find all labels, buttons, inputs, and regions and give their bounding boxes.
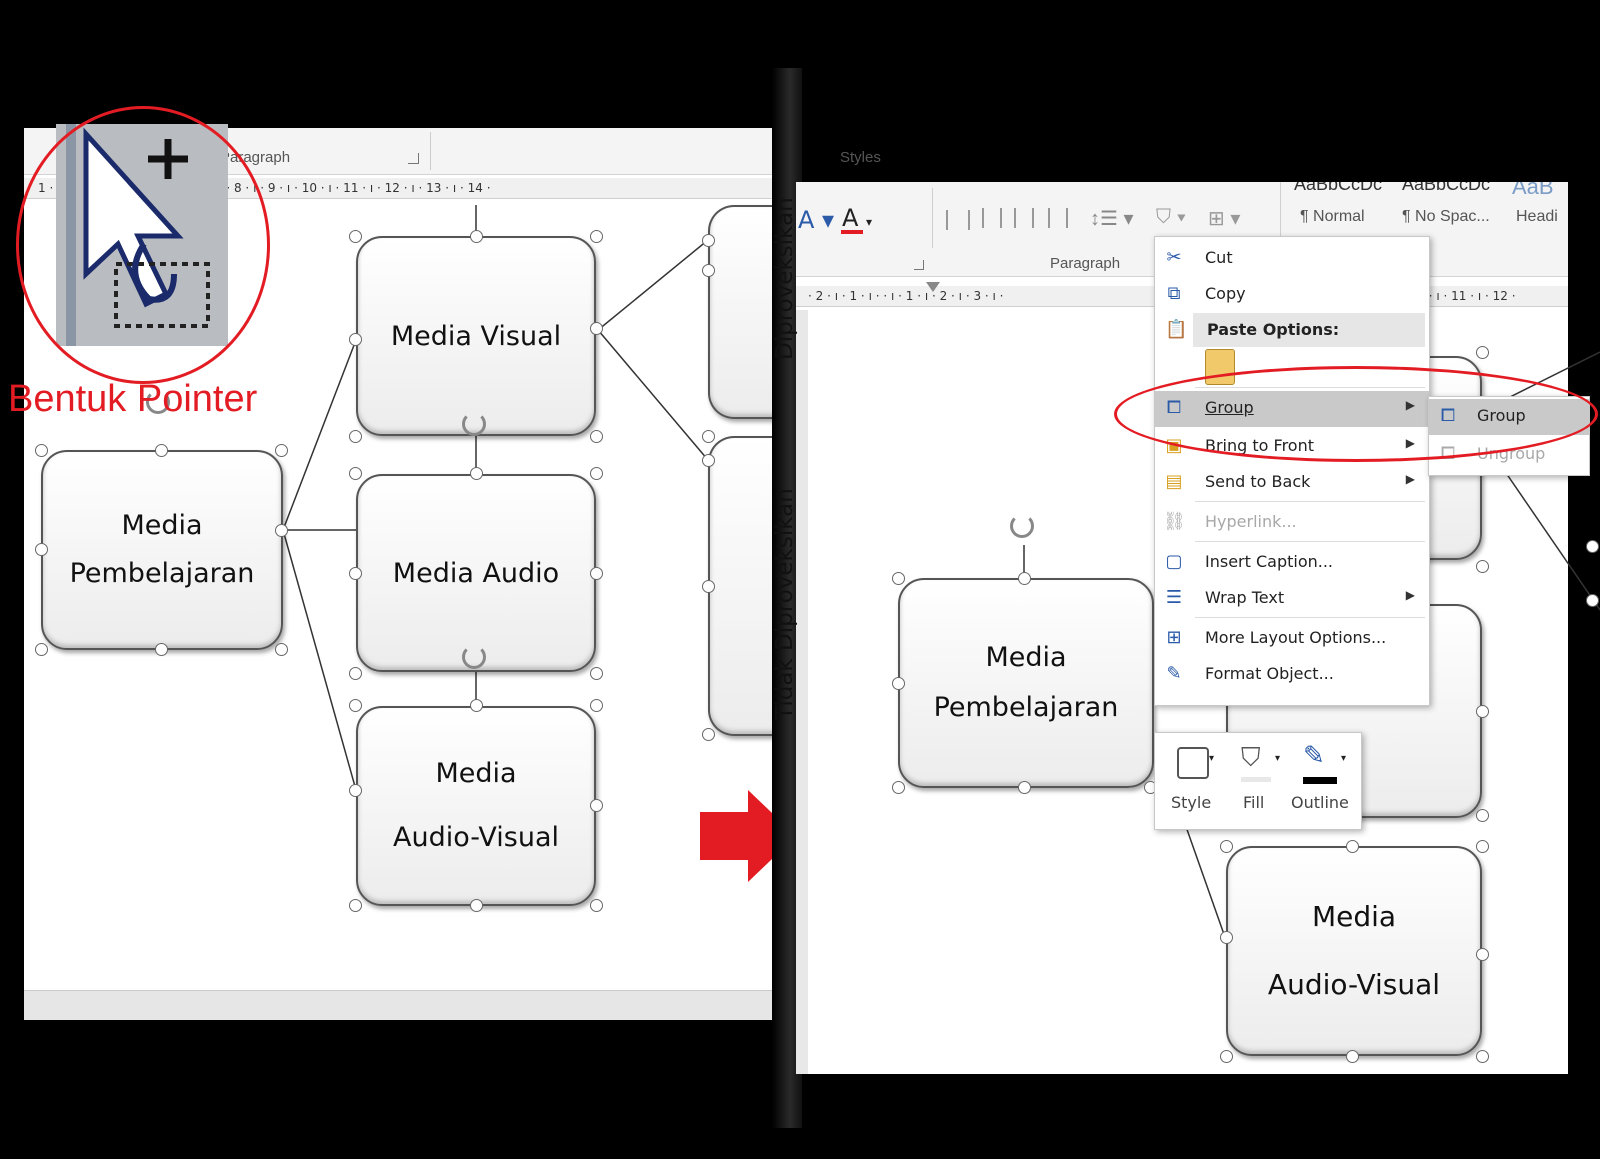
shape-text-line2: Pembelajaran — [933, 692, 1119, 723]
menu-item-copy[interactable]: ⧉ Copy — [1155, 277, 1429, 311]
fill-button[interactable]: ⛉ ▾ Fill — [1233, 741, 1289, 821]
resize-handle[interactable] — [1220, 840, 1233, 853]
copy-icon: ⧉ — [1167, 283, 1181, 304]
resize-handle[interactable] — [1476, 840, 1489, 853]
resize-handle[interactable] — [1476, 560, 1489, 573]
format-icon: ✎ — [1166, 663, 1182, 684]
menu-item-wrap-text[interactable]: ☰ Wrap Text ▶ — [1155, 581, 1429, 615]
resize-handle[interactable] — [1476, 346, 1489, 359]
shape-text-line1: Media — [985, 642, 1067, 673]
group-highlight-ellipse — [1114, 366, 1598, 462]
resize-handle[interactable] — [892, 572, 905, 585]
pen-outline-icon: ✎ — [1303, 741, 1325, 771]
menu-item-send-to-back[interactable]: ▤ Send to Back ▶ — [1155, 465, 1429, 499]
mini-toolbar: ▾ Style ⛉ ▾ Fill ✎ ▾ Outline — [1154, 732, 1362, 830]
fill-color-bar — [1241, 777, 1271, 782]
paste-icon: 📋 — [1165, 319, 1188, 340]
menu-item-insert-caption[interactable]: ▢ Insert Caption... — [1155, 545, 1429, 579]
send-back-icon: ▤ — [1165, 471, 1183, 492]
menu-item-format-object[interactable]: ✎ Format Object... — [1155, 657, 1429, 691]
resize-handle[interactable] — [892, 677, 905, 690]
resize-handle[interactable] — [1220, 931, 1233, 944]
submenu-arrow-icon: ▶ — [1405, 472, 1415, 486]
dropdown-caret-icon: ▾ — [1275, 753, 1281, 764]
resize-handle[interactable] — [1586, 540, 1599, 553]
menu-item-cut[interactable]: ✂ Cut — [1155, 241, 1429, 275]
caption-icon: ▢ — [1165, 551, 1183, 572]
resize-handle[interactable] — [1476, 948, 1489, 961]
resize-handle[interactable] — [892, 781, 905, 794]
shape-text-line2: Audio-Visual — [1267, 968, 1441, 1001]
menu-separator — [1195, 617, 1425, 618]
rotate-handle-icon[interactable] — [1010, 514, 1034, 538]
dropdown-caret-icon: ▾ — [1341, 753, 1347, 764]
menu-item-paste-options: Paste Options: — [1193, 313, 1425, 347]
resize-handle[interactable] — [1476, 809, 1489, 822]
shape-media-audio-visual-right[interactable]: Media Audio-Visual — [1226, 846, 1482, 1056]
resize-handle[interactable] — [1220, 1050, 1233, 1063]
resize-handle[interactable] — [1018, 572, 1031, 585]
fill-button-label: Fill — [1243, 793, 1265, 812]
scissors-icon: ✂ — [1166, 247, 1182, 268]
style-button-label: Style — [1171, 793, 1212, 812]
style-button[interactable]: ▾ Style — [1165, 741, 1225, 821]
context-menu: ✂ Cut ⧉ Copy Paste Options: 📋 ⧠ Group ▶ ▣ Bri… — [1154, 236, 1430, 706]
fill-bucket-icon: ⛉ — [1241, 743, 1261, 773]
outline-color-bar — [1303, 777, 1337, 784]
outline-button-label: Outline — [1291, 793, 1349, 812]
resize-handle[interactable] — [1346, 840, 1359, 853]
resize-handle[interactable] — [1476, 1050, 1489, 1063]
wrap-icon: ☰ — [1165, 587, 1183, 608]
shape-media-pembelajaran-right[interactable]: Media Pembelajaran — [898, 578, 1154, 788]
menu-item-hyperlink: ⛓ Hyperlink... — [1163, 511, 1297, 532]
dropdown-caret-icon: ▾ — [1209, 753, 1215, 764]
menu-item-more-layout[interactable]: ⊞ More Layout Options... — [1155, 621, 1429, 655]
resize-handle[interactable] — [1346, 1050, 1359, 1063]
menu-separator — [1195, 541, 1425, 542]
shape-style-icon — [1177, 747, 1209, 779]
layout-icon: ⊞ — [1166, 627, 1182, 648]
outline-button[interactable]: ✎ ▾ Outline — [1291, 741, 1359, 821]
menu-separator — [1195, 501, 1425, 502]
resize-handle[interactable] — [1018, 781, 1031, 794]
hyperlink-icon: ⛓ — [1163, 511, 1186, 532]
submenu-arrow-icon: ▶ — [1405, 588, 1415, 602]
resize-handle[interactable] — [1586, 594, 1599, 607]
shape-text-line1: Media — [1311, 900, 1397, 933]
resize-handle[interactable] — [1476, 705, 1489, 718]
